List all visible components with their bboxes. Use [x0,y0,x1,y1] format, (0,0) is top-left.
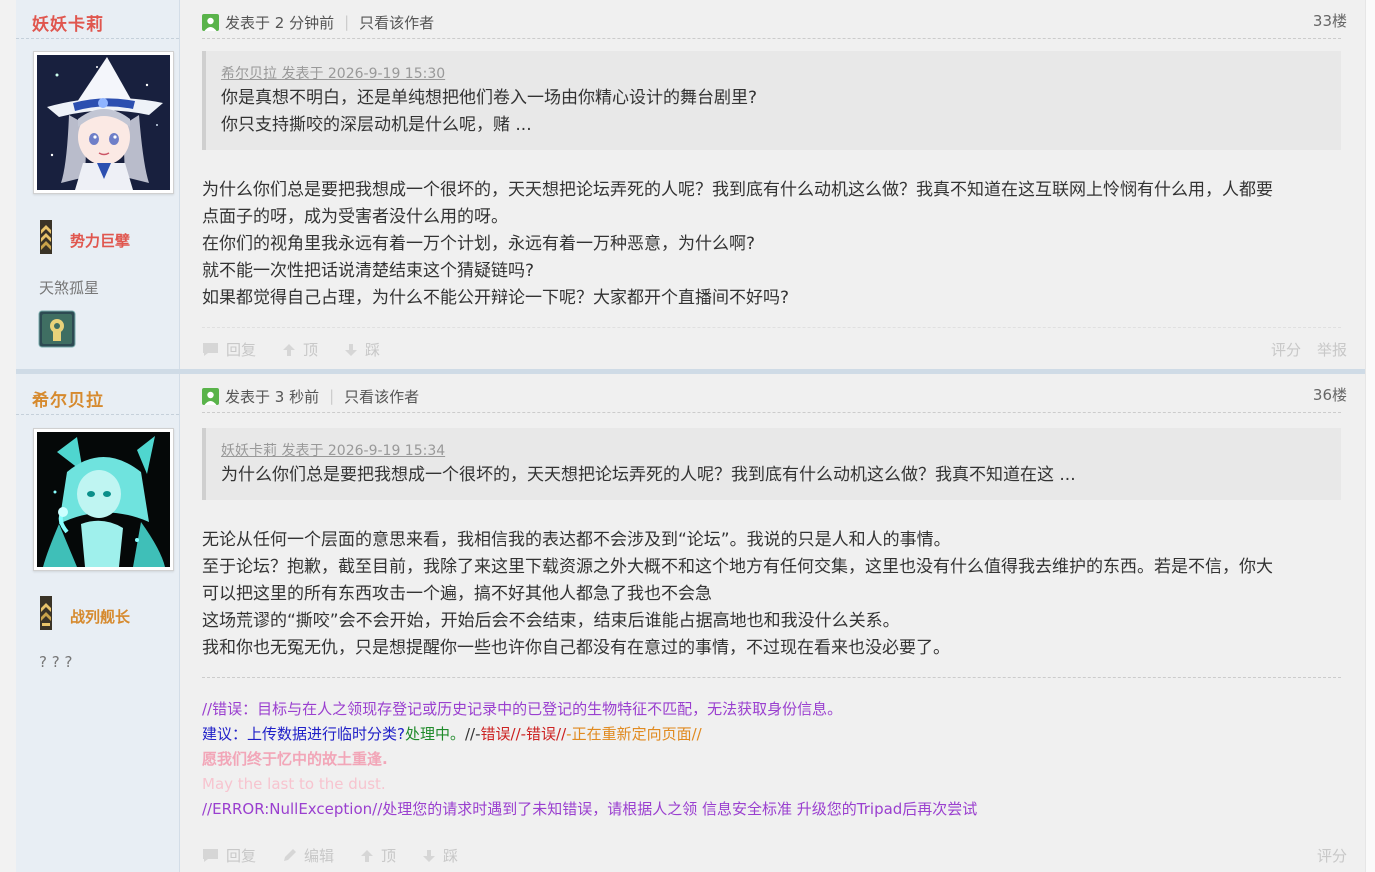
signature-line: 建议：上传数据进行临时分类?处理中。//-错误//-错误//-正在重新定向页面/… [202,722,1341,747]
body-line: 至于论坛？抱歉，截至目前，我除了来这里下载资源之外大概不和这个地方有任何交集，这… [202,557,1273,577]
divider [202,327,1341,328]
rank-badge-icon [40,220,52,254]
meta-separator: | [344,13,350,31]
signature-line: May the last to the dust. [202,775,386,793]
only-author-link[interactable]: 只看该作者 [344,386,419,407]
body-line: 我和你也无冤无仇，只是想提醒你一些也许你自己都没有在意过的事情，不过现在看来也没… [202,638,950,658]
only-author-link[interactable]: 只看该作者 [359,12,434,33]
post-actions-right: 评分 举报 [1255,339,1347,360]
floor-number[interactable]: 36楼 [1313,384,1347,405]
reply-icon [203,849,218,862]
rank-title: 势力巨擘 [70,232,131,250]
post-meta: 发表于 3 秒前 | 只看该作者 [202,385,419,407]
divider [202,412,1341,413]
thumb-down-icon [345,343,358,356]
edit-button[interactable]: 编辑 [282,845,334,866]
medal-icon[interactable] [38,310,76,348]
post-body: 无论从任何一个层面的意思来看，我相信我的表达都不会涉及到“论坛”。我说的只是人和… [202,527,1341,662]
pencil-icon [284,849,297,861]
quote-block: 希尔贝拉 发表于 2026-9-19 15:30 你是真想不明白，还是单纯想把他… [202,51,1341,150]
edit-label: 编辑 [304,847,335,865]
body-line: 无论从任何一个层面的意思来看，我相信我的表达都不会涉及到“论坛”。我说的只是人和… [202,530,951,550]
reply-icon [203,343,218,356]
author-sidebar: 希尔贝拉 战列舰长 ? ? ? [16,374,180,872]
downvote-label: 踩 [365,341,381,359]
scrollbar[interactable] [1365,0,1375,872]
quote-source-link[interactable]: 希尔贝拉 发表于 2026-9-19 15:30 [221,63,1327,83]
downvote-button[interactable]: 踩 [422,845,458,866]
reply-button[interactable]: 回复 [202,845,256,866]
body-line: 就不能一次性把话说清楚结束这个猜疑链吗? [202,261,535,281]
quote-text: 为什么你们总是要把我想成一个很坏的，天天想把论坛弄死的人呢？我到底有什么动机这么… [221,465,1076,485]
post-actions-right: 评分 [1301,845,1347,866]
post-body: 为什么你们总是要把我想成一个很坏的，天天想把论坛弄死的人呢？我到底有什么动机这么… [202,177,1341,312]
body-line: 可以把这里的所有东西攻击一个遍，搞不好其他人都急了我也不会急 [202,584,712,604]
body-line: 点面子的呀，成为受害者没什么用的呀。 [202,207,508,227]
signature: //错误：目标与在人之领现存登记或历史记录中的已登记的生物特征不匹配，无法获取身… [202,697,1341,822]
signature-segment: 错误// [526,725,567,743]
signature-line: 愿我们终于忆中的故土重逢. [202,750,388,768]
body-line: 在你们的视角里我永远有着一万个计划，永远有着一万种恶意，为什么啊? [202,234,756,254]
body-line: 如果都觉得自己占理，为什么不能公开辩论一下呢？大家都开个直播间不好吗? [202,288,790,308]
reply-label: 回复 [226,341,257,359]
quote-source-link[interactable]: 妖妖卡莉 发表于 2026-9-19 15:34 [221,440,1327,460]
signature-segment: 建议：上传数据进行临时分类? [202,725,405,743]
user-custom-title: ? ? ? [39,653,73,671]
online-status-icon [202,387,219,405]
forum-post: 希尔贝拉 战列舰长 ? ? ? 发表于 3 秒前 | 只看该作者 36楼 妖妖卡… [16,374,1365,872]
signature-segment: -正在重新定向页面// [566,725,702,743]
avatar-image [37,432,170,567]
signature-line: //错误：目标与在人之领现存登记或历史记录中的已登记的生物特征不匹配，无法获取身… [202,700,843,718]
quote-text: 你是真想不明白，还是单纯想把他们卷入一场由你精心设计的舞台剧里? [221,88,758,108]
avatar[interactable] [33,428,174,571]
author-name[interactable]: 希尔贝拉 [32,386,104,411]
signature-segment: //- [464,725,481,743]
forum-post: 妖妖卡莉 势力巨擘 天煞孤星 发表于 2 分钟前 | 只看该作者 33楼 希尔贝… [16,0,1365,369]
upvote-button[interactable]: 顶 [282,339,318,360]
divider [16,38,179,39]
rank-badge-icon [40,596,52,630]
post-time: 发表于 3 秒前 [225,387,320,406]
avatar[interactable] [33,51,174,194]
rank-title: 战列舰长 [70,608,131,626]
downvote-label: 踩 [443,847,459,865]
author-name[interactable]: 妖妖卡莉 [32,10,104,35]
reply-button[interactable]: 回复 [202,339,256,360]
downvote-button[interactable]: 踩 [344,339,380,360]
body-line: 这场荒谬的“撕咬”会不会开始，开始后会不会结束，结束后谁能占据高地也和我没什么关… [202,611,900,631]
body-line: 为什么你们总是要把我想成一个很坏的，天天想把论坛弄死的人呢？我到底有什么动机这么… [202,180,1273,200]
meta-separator: | [329,387,335,405]
signature-line: //ERROR:NullException//处理您的请求时遇到了未知错误，请根… [202,800,978,818]
online-status-icon [202,13,219,31]
post-time: 发表于 2 分钟前 [225,13,335,32]
upvote-label: 顶 [381,847,397,865]
post-content: 发表于 2 分钟前 | 只看该作者 33楼 希尔贝拉 发表于 2026-9-19… [202,0,1347,369]
signature-segment: 错误//- [480,725,527,743]
divider [202,38,1341,39]
thumb-up-icon [361,849,374,862]
quote-text: 你只支持撕咬的深层动机是什么呢，赌 ... [221,115,532,135]
signature-divider [202,677,1341,678]
upvote-label: 顶 [303,341,319,359]
thumb-down-icon [423,849,436,862]
upvote-button[interactable]: 顶 [360,845,396,866]
divider [16,414,179,415]
avatar-image [37,55,170,190]
post-meta: 发表于 2 分钟前 | 只看该作者 [202,11,434,33]
signature-segment: 处理中。 [404,725,465,743]
author-sidebar: 妖妖卡莉 势力巨擘 天煞孤星 [16,0,180,369]
post-content: 发表于 3 秒前 | 只看该作者 36楼 妖妖卡莉 发表于 2026-9-19 … [202,374,1347,872]
rate-button[interactable]: 评分 [1317,845,1347,866]
post-actions: 回复 顶 踩 [202,339,406,360]
post-actions: 回复 编辑 顶 踩 [202,845,484,866]
report-button[interactable]: 举报 [1317,339,1347,360]
user-custom-title: 天煞孤星 [39,279,100,297]
quote-block: 妖妖卡莉 发表于 2026-9-19 15:34 为什么你们总是要把我想成一个很… [202,428,1341,500]
thumb-up-icon [283,343,296,356]
rate-button[interactable]: 评分 [1271,339,1301,360]
floor-number[interactable]: 33楼 [1313,10,1347,31]
left-gutter [0,0,16,872]
reply-label: 回复 [226,847,257,865]
